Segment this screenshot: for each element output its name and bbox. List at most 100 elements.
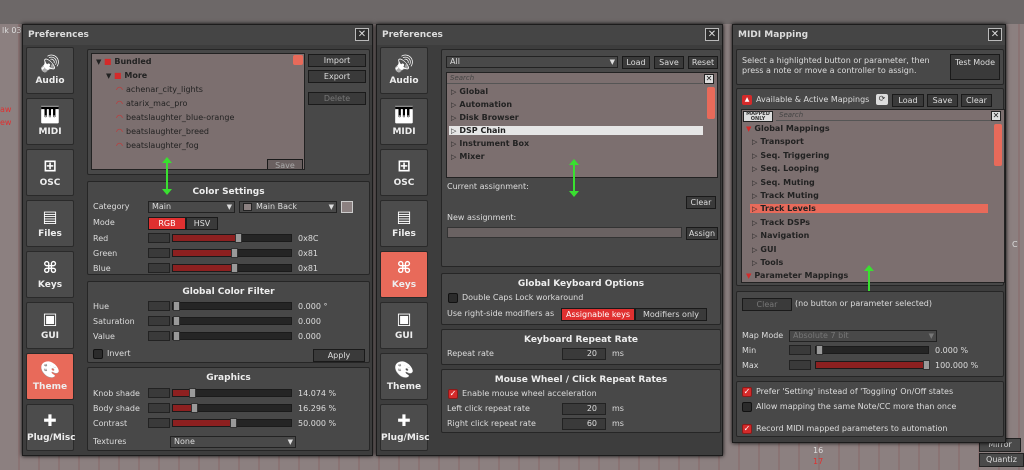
- test-mode-button[interactable]: Test Mode: [950, 54, 1000, 80]
- tree-scroll-thumb[interactable]: [994, 124, 1002, 166]
- param-slider[interactable]: [172, 331, 292, 341]
- mode-hsv-button[interactable]: HSV: [186, 217, 218, 230]
- list-item[interactable]: ◠ beatslaughter_blue-orange: [116, 113, 234, 122]
- reset-button[interactable]: Reset: [688, 56, 718, 69]
- value-stepper[interactable]: [148, 331, 170, 341]
- slider-knob[interactable]: [230, 418, 237, 428]
- map-mode-select[interactable]: Absolute 7 bit ▼: [789, 330, 937, 342]
- clear-button[interactable]: Clear: [961, 94, 992, 107]
- list-item[interactable]: ◠ beatslaughter_breed: [116, 127, 209, 136]
- collapse-icon[interactable]: ▲: [742, 95, 752, 105]
- param-slider[interactable]: [172, 233, 292, 243]
- value-stepper[interactable]: [148, 388, 170, 398]
- value-stepper[interactable]: [148, 403, 170, 413]
- close-button[interactable]: ✕: [988, 28, 1002, 41]
- category-select[interactable]: Main ▼: [148, 201, 235, 213]
- param-slider[interactable]: [172, 403, 292, 413]
- tab-files[interactable]: ▤ Files: [26, 200, 74, 247]
- delete-button[interactable]: Delete: [308, 92, 366, 105]
- mouse-accel-checkbox[interactable]: ✓: [448, 389, 458, 399]
- list-item[interactable]: ▼ ■ Bundled: [96, 57, 152, 66]
- load-button[interactable]: Load: [892, 94, 924, 107]
- allow-duplicate-checkbox[interactable]: [742, 402, 752, 412]
- new-assignment-field[interactable]: [447, 227, 682, 238]
- close-button[interactable]: ✕: [355, 28, 369, 41]
- modifiers-only-button[interactable]: Modifiers only: [635, 308, 707, 321]
- tree-item[interactable]: ▷ Transport: [750, 137, 988, 146]
- min-stepper[interactable]: [789, 345, 811, 355]
- slider-knob[interactable]: [191, 403, 198, 413]
- clear-mapping-button[interactable]: Clear: [742, 298, 792, 311]
- list-scroll-thumb[interactable]: [293, 55, 303, 65]
- tree-item[interactable]: ▷ GUI: [750, 245, 988, 254]
- list-item[interactable]: ▷ Disk Browser: [449, 113, 703, 122]
- min-slider[interactable]: [815, 345, 929, 355]
- list-item[interactable]: ◠ achenar_city_lights: [116, 85, 203, 94]
- slider-knob[interactable]: [173, 301, 180, 311]
- tree-item[interactable]: ▷ Seq. Looping: [750, 164, 988, 173]
- color-target-select[interactable]: Main Back ▼: [239, 201, 337, 213]
- clear-search-icon[interactable]: ✕: [704, 74, 714, 84]
- tab-keys[interactable]: ⌘ Keys: [380, 251, 428, 298]
- tab-gui[interactable]: ▣ GUI: [380, 302, 428, 349]
- tab-audio[interactable]: 🔊 Audio: [26, 47, 74, 94]
- tab-theme[interactable]: 🎨 Theme: [380, 353, 428, 400]
- slider-knob[interactable]: [173, 331, 180, 341]
- quantize-button[interactable]: Quantiz: [979, 453, 1024, 467]
- search-input[interactable]: Search: [776, 110, 992, 121]
- invert-checkbox[interactable]: [93, 349, 103, 359]
- assignable-keys-button[interactable]: Assignable keys: [561, 308, 635, 321]
- list-scroll-thumb[interactable]: [707, 87, 715, 119]
- list-item[interactable]: ▷ Automation: [449, 100, 703, 109]
- tree-item[interactable]: ▷ Track Levels: [750, 204, 988, 214]
- mode-rgb-button[interactable]: RGB: [148, 217, 186, 230]
- apply-button[interactable]: Apply: [313, 349, 365, 362]
- slider-knob[interactable]: [231, 263, 238, 273]
- param-slider[interactable]: [172, 418, 292, 428]
- tab-files[interactable]: ▤ Files: [380, 200, 428, 247]
- refresh-icon[interactable]: ⟳: [876, 94, 888, 105]
- binding-category-list[interactable]: Search ✕ ▷ Global ▷ Automation ▷ Disk Browser…: [446, 72, 718, 178]
- tab-theme[interactable]: 🎨 Theme: [26, 353, 74, 400]
- tab-plugmisc[interactable]: ✚ Plug/Misc: [380, 404, 430, 451]
- tab-keys[interactable]: ⌘ Keys: [26, 251, 74, 298]
- tree-item[interactable]: ▷ Seq. Muting: [750, 178, 988, 187]
- caps-lock-checkbox[interactable]: [448, 293, 458, 303]
- binding-filter-select[interactable]: All ▼: [446, 56, 618, 68]
- save-button[interactable]: Save: [654, 56, 684, 69]
- value-stepper[interactable]: [148, 418, 170, 428]
- param-slider[interactable]: [172, 263, 292, 273]
- list-item[interactable]: ◠ beatslaughter_fog: [116, 141, 199, 150]
- clear-search-icon[interactable]: ✕: [991, 111, 1001, 121]
- value-stepper[interactable]: [148, 233, 170, 243]
- color-preview-swatch[interactable]: [341, 201, 353, 213]
- tree-item[interactable]: ▼ Parameter Mappings: [744, 271, 990, 280]
- param-slider[interactable]: [172, 388, 292, 398]
- search-input[interactable]: Search: [447, 73, 703, 84]
- param-slider[interactable]: [172, 248, 292, 258]
- tree-item[interactable]: ▷ Track DSPs: [750, 218, 988, 227]
- list-item[interactable]: ▼ ■ More: [106, 71, 147, 80]
- param-slider[interactable]: [172, 301, 292, 311]
- max-slider[interactable]: [815, 360, 930, 370]
- record-automation-checkbox[interactable]: ✓: [742, 424, 752, 434]
- prefer-setting-checkbox[interactable]: ✓: [742, 387, 752, 397]
- save-button[interactable]: Save: [927, 94, 958, 107]
- load-button[interactable]: Load: [622, 56, 650, 69]
- value-stepper[interactable]: [148, 316, 170, 326]
- value-stepper[interactable]: [148, 301, 170, 311]
- slider-knob[interactable]: [173, 316, 180, 326]
- list-item[interactable]: ▷ DSP Chain: [449, 126, 703, 135]
- clear-assignment-button[interactable]: Clear: [686, 196, 716, 209]
- slider-knob[interactable]: [189, 388, 196, 398]
- tab-midi[interactable]: 🎹 MIDI: [380, 98, 428, 145]
- tab-osc[interactable]: ⊞ OSC: [380, 149, 428, 196]
- slider-knob[interactable]: [235, 233, 242, 243]
- max-stepper[interactable]: [789, 360, 811, 370]
- theme-list[interactable]: Save ▼ ■ Bundled ▼ ■ More ◠ achenar_city_ligh…: [91, 53, 305, 170]
- textures-select[interactable]: None ▼: [170, 436, 296, 448]
- tab-audio[interactable]: 🔊 Audio: [380, 47, 428, 94]
- tree-item[interactable]: ▷ Navigation: [750, 231, 988, 240]
- mapping-tree[interactable]: MAPPED ONLY Search ✕ ▼ Global Mappings ▷ Tr…: [741, 109, 1005, 283]
- tree-item[interactable]: ▷ Seq. Triggering: [750, 151, 988, 160]
